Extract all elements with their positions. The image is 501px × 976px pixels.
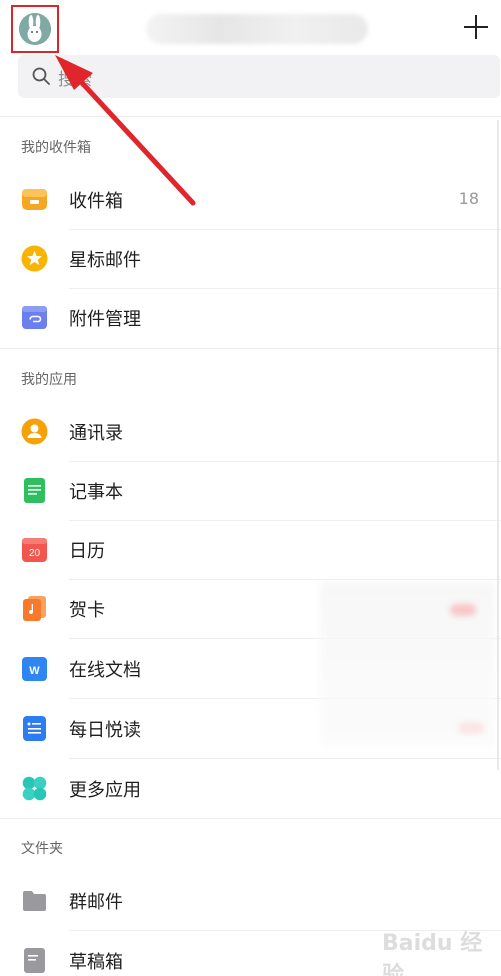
greeting-card-icon xyxy=(23,596,46,621)
account-switcher[interactable] xyxy=(146,14,368,44)
search-icon xyxy=(32,67,50,85)
item-label: 草稿箱 xyxy=(69,952,123,973)
item-label: 更多应用 xyxy=(69,780,141,801)
item-label: 星标邮件 xyxy=(69,250,141,271)
item-label: 在线文档 xyxy=(69,660,141,681)
scrollbar-track xyxy=(497,120,499,770)
more-apps-icon xyxy=(22,776,47,801)
item-label: 附件管理 xyxy=(69,309,141,330)
list-item-contacts[interactable]: 通讯录 xyxy=(0,403,501,462)
list-item-more-apps[interactable]: 更多应用 xyxy=(0,760,501,819)
item-label: 每日悦读 xyxy=(69,720,141,741)
contacts-icon xyxy=(21,418,48,445)
blurred-badge xyxy=(458,722,484,734)
drafts-icon xyxy=(24,948,45,973)
search-bar[interactable]: 搜索 xyxy=(18,55,500,98)
search-placeholder: 搜索 xyxy=(58,70,92,90)
doc-icon-letter: W xyxy=(29,665,40,677)
calendar-icon-date: 20 xyxy=(29,548,41,559)
item-label: 收件箱 xyxy=(69,191,123,212)
inbox-icon xyxy=(22,189,47,210)
list-item-calendar[interactable]: 20 日历 xyxy=(0,521,501,580)
star-icon xyxy=(21,245,48,272)
blurred-badge xyxy=(450,604,476,616)
list-item-starred[interactable]: 星标邮件 xyxy=(0,230,501,289)
notebook-icon xyxy=(24,478,45,503)
calendar-icon: 20 xyxy=(22,538,47,562)
unread-count: 18 xyxy=(458,189,479,208)
daily-reading-icon xyxy=(23,716,46,741)
item-label: 日历 xyxy=(69,541,105,562)
online-doc-icon: W xyxy=(22,657,47,681)
list-item-inbox[interactable]: 收件箱 18 xyxy=(0,171,501,230)
avatar-highlight-box xyxy=(11,5,59,53)
list-item-attachments[interactable]: 附件管理 xyxy=(0,289,501,348)
folder-icon xyxy=(23,891,46,911)
item-label: 群邮件 xyxy=(69,892,123,913)
section-title-inbox: 我的收件箱 xyxy=(21,140,91,156)
list-item-notebook[interactable]: 记事本 xyxy=(0,462,501,521)
avatar[interactable] xyxy=(19,13,51,45)
section-title-folders: 文件夹 xyxy=(21,841,63,857)
divider xyxy=(69,758,501,759)
divider xyxy=(0,116,501,117)
item-label: 记事本 xyxy=(69,482,123,503)
list-item-group-mail[interactable]: 群邮件 xyxy=(0,872,501,931)
divider xyxy=(0,348,501,349)
attachment-icon xyxy=(22,306,47,329)
compose-plus-icon[interactable] xyxy=(462,13,490,41)
watermark-logo: Baidu 经验 xyxy=(382,931,483,976)
item-label: 贺卡 xyxy=(69,600,105,621)
divider xyxy=(0,818,501,819)
section-title-apps: 我的应用 xyxy=(21,372,77,388)
top-bar xyxy=(0,0,501,53)
rabbit-avatar-icon xyxy=(19,13,51,45)
item-label: 通讯录 xyxy=(69,423,123,444)
